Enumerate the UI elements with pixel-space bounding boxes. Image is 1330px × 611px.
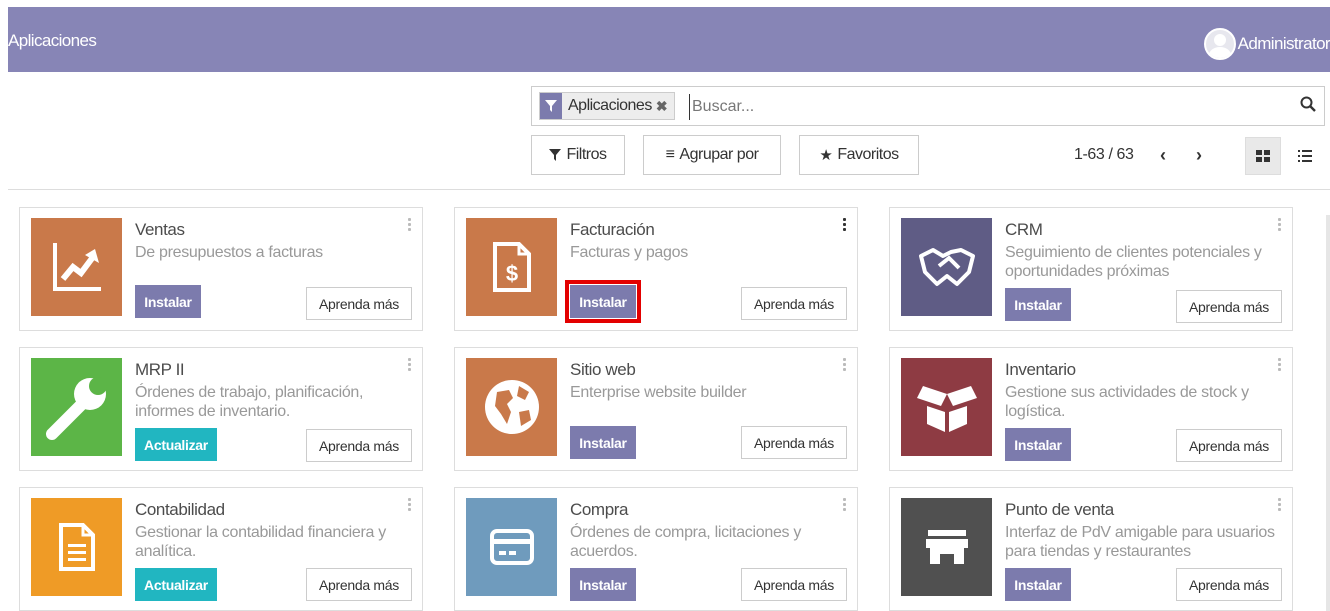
favorites-label: Favoritos bbox=[837, 146, 899, 163]
install-button[interactable]: Instalar bbox=[1005, 568, 1071, 601]
app-description: Facturas y pagos bbox=[570, 244, 688, 261]
kebab-menu-icon[interactable] bbox=[843, 358, 847, 372]
app-description: Gestionar la contabilidad financiera y a… bbox=[135, 524, 386, 560]
list-view-icon bbox=[1298, 150, 1312, 162]
filters-label: Filtros bbox=[566, 146, 607, 163]
learn-more-button[interactable]: Aprenda más bbox=[741, 287, 847, 320]
update-button[interactable]: Actualizar bbox=[135, 428, 217, 461]
search-input[interactable] bbox=[689, 94, 1249, 120]
install-button[interactable]: Instalar bbox=[135, 285, 201, 318]
learn-more-button[interactable]: Aprenda más bbox=[306, 568, 412, 601]
credit-card-icon bbox=[466, 498, 557, 596]
app-card-sitio-web[interactable]: Sitio web Enterprise website builder Ins… bbox=[454, 347, 858, 471]
kebab-menu-icon[interactable] bbox=[408, 358, 412, 372]
group-by-label: Agrupar por bbox=[679, 146, 759, 163]
install-button[interactable]: Instalar bbox=[570, 426, 636, 459]
list-view-button[interactable] bbox=[1287, 137, 1323, 175]
app-card-inventario[interactable]: Inventario Gestione sus actividades de s… bbox=[889, 347, 1293, 471]
list-lines-icon: ≡ bbox=[665, 146, 675, 163]
kebab-menu-icon[interactable] bbox=[843, 498, 847, 512]
star-icon: ★ bbox=[819, 147, 833, 164]
scrollbar[interactable] bbox=[1326, 215, 1330, 611]
app-card-mrp[interactable]: MRP II Órdenes de trabajo, planificación… bbox=[19, 347, 423, 471]
pager-value[interactable]: 1-63 / 63 bbox=[1074, 146, 1134, 164]
document-icon bbox=[31, 498, 122, 596]
pager-next-icon[interactable]: › bbox=[1196, 145, 1202, 166]
search-bar[interactable]: Aplicaciones ✖ bbox=[531, 86, 1325, 126]
app-name: Punto de venta bbox=[1005, 500, 1114, 519]
filter-icon bbox=[549, 149, 562, 161]
search-facet: Aplicaciones ✖ bbox=[539, 92, 675, 120]
invoice-dollar-icon: $ bbox=[466, 218, 557, 316]
search-icon[interactable] bbox=[1300, 96, 1316, 112]
wrench-icon bbox=[31, 358, 122, 456]
app-description: Interfaz de PdV amigable para usuarios p… bbox=[1005, 524, 1275, 560]
facet-label: Aplicaciones bbox=[568, 97, 652, 114]
app-name: Sitio web bbox=[570, 360, 636, 379]
app-description: Seguimiento de clientes potenciales y op… bbox=[1005, 244, 1262, 280]
app-name: Facturación bbox=[570, 220, 655, 239]
filter-icon bbox=[540, 93, 562, 119]
app-card-ventas[interactable]: Ventas De presupuestos a facturas Instal… bbox=[19, 207, 423, 331]
learn-more-button[interactable]: Aprenda más bbox=[1176, 290, 1282, 323]
app-card-facturacion[interactable]: $ Facturación Facturas y pagos Instalar … bbox=[454, 207, 858, 331]
app-description: Órdenes de compra, licitaciones y acuerd… bbox=[570, 524, 802, 560]
learn-more-button[interactable]: Aprenda más bbox=[306, 287, 412, 320]
kanban-grid-icon bbox=[1256, 150, 1270, 162]
app-card-punto-de-venta[interactable]: Punto de venta Interfaz de PdV amigable … bbox=[889, 487, 1293, 611]
install-button[interactable]: Instalar bbox=[570, 568, 636, 601]
learn-more-button[interactable]: Aprenda más bbox=[741, 426, 847, 459]
user-name: Administrator bbox=[1237, 34, 1330, 53]
app-name: MRP II bbox=[135, 360, 185, 379]
app-description: De presupuestos a facturas bbox=[135, 244, 323, 261]
app-card-contabilidad[interactable]: Contabilidad Gestionar la contabilidad f… bbox=[19, 487, 423, 611]
pager-previous-icon[interactable]: ‹ bbox=[1160, 145, 1166, 166]
kebab-menu-icon[interactable] bbox=[843, 218, 847, 232]
install-button[interactable]: Instalar bbox=[565, 280, 641, 323]
kebab-menu-icon[interactable] bbox=[1278, 358, 1282, 372]
install-button[interactable]: Instalar bbox=[1005, 288, 1071, 321]
learn-more-button[interactable]: Aprenda más bbox=[306, 429, 412, 462]
svg-text:$: $ bbox=[505, 261, 517, 286]
learn-more-button[interactable]: Aprenda más bbox=[1176, 568, 1282, 601]
handshake-icon bbox=[901, 218, 992, 316]
app-name: CRM bbox=[1005, 220, 1043, 239]
app-name: Ventas bbox=[135, 220, 185, 239]
user-menu[interactable]: Administrator bbox=[1203, 28, 1330, 60]
globe-icon bbox=[466, 358, 557, 456]
favorites-button[interactable]: ★ Favoritos bbox=[799, 135, 919, 175]
app-description: Órdenes de trabajo, planificación, infor… bbox=[135, 384, 364, 420]
box-icon bbox=[901, 358, 992, 456]
app-card-crm[interactable]: CRM Seguimiento de clientes potenciales … bbox=[889, 207, 1293, 331]
app-name: Compra bbox=[570, 500, 629, 519]
app-card-compra[interactable]: Compra Órdenes de compra, licitaciones y… bbox=[454, 487, 858, 611]
app-description: Gestione sus actividades de stock y logí… bbox=[1005, 384, 1249, 420]
divider bbox=[8, 189, 1330, 190]
kebab-menu-icon[interactable] bbox=[408, 498, 412, 512]
store-icon bbox=[901, 498, 992, 596]
update-button[interactable]: Actualizar bbox=[135, 568, 217, 601]
filters-button[interactable]: Filtros bbox=[531, 135, 625, 175]
group-by-button[interactable]: ≡ Agrupar por bbox=[643, 135, 781, 175]
install-button[interactable]: Instalar bbox=[1005, 428, 1071, 461]
page-title[interactable]: Aplicaciones bbox=[8, 31, 97, 51]
kebab-menu-icon[interactable] bbox=[1278, 498, 1282, 512]
app-name: Contabilidad bbox=[135, 500, 225, 519]
kebab-menu-icon[interactable] bbox=[408, 218, 412, 232]
learn-more-button[interactable]: Aprenda más bbox=[1176, 429, 1282, 462]
chart-up-icon bbox=[31, 218, 122, 316]
app-name: Inventario bbox=[1005, 360, 1076, 379]
kanban-view-button[interactable] bbox=[1245, 137, 1281, 175]
learn-more-button[interactable]: Aprenda más bbox=[741, 568, 847, 601]
top-navbar: Aplicaciones Administrator bbox=[8, 7, 1330, 72]
avatar-icon bbox=[1203, 28, 1236, 60]
kebab-menu-icon[interactable] bbox=[1278, 218, 1282, 232]
app-description: Enterprise website builder bbox=[570, 384, 747, 401]
remove-facet-icon[interactable]: ✖ bbox=[656, 98, 674, 115]
